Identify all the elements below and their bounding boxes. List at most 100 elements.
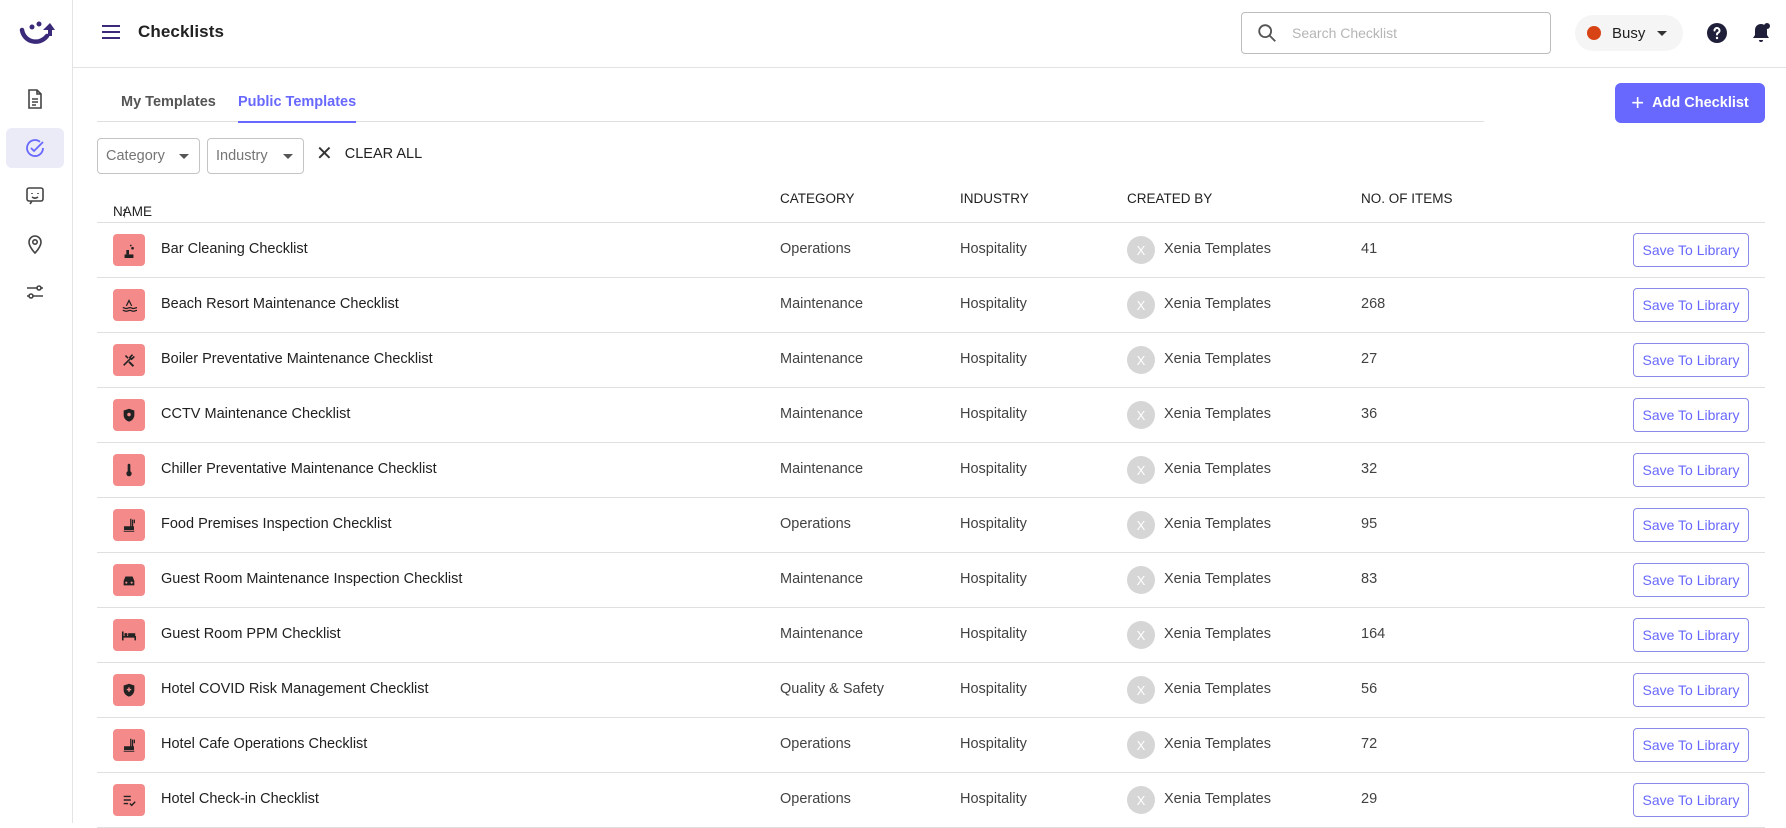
table-row[interactable]: Guest Room Maintenance Inspection Checkl…: [97, 553, 1765, 608]
save-to-library-button[interactable]: Save To Library: [1633, 398, 1749, 432]
checklist-category: Maintenance: [780, 626, 864, 642]
checklist-name[interactable]: Bar Cleaning Checklist: [161, 241, 308, 257]
avatar: X: [1127, 511, 1155, 539]
item-count: 41: [1361, 241, 1378, 257]
created-by: Xenia Templates: [1164, 461, 1271, 477]
chevron-down-icon: [1657, 30, 1668, 36]
checklist-name[interactable]: Chiller Preventative Maintenance Checkli…: [161, 461, 437, 477]
item-count: 83: [1361, 571, 1378, 587]
save-to-library-button[interactable]: Save To Library: [1633, 563, 1749, 597]
save-to-library-button[interactable]: Save To Library: [1633, 728, 1749, 762]
thermometer-icon: [126, 463, 132, 477]
status-dropdown[interactable]: Busy: [1575, 15, 1683, 51]
chevron-down-icon: [179, 154, 189, 159]
checklist-icon-badge: [113, 784, 145, 816]
shield-plus-icon: [123, 683, 135, 697]
avatar: X: [1127, 731, 1155, 759]
bed-icon-badge: [113, 619, 145, 651]
table-row[interactable]: CCTV Maintenance Checklist Maintenance Hos…: [97, 388, 1765, 443]
checklist-industry: Hospitality: [960, 296, 1027, 312]
shield-icon-badge: [113, 399, 145, 431]
sort-arrow-up-icon: ↑: [121, 204, 129, 221]
checklist-name[interactable]: Beach Resort Maintenance Checklist: [161, 296, 399, 312]
table-row[interactable]: Hotel Check-in Checklist Operations Hospit…: [97, 773, 1765, 828]
save-to-library-button[interactable]: Save To Library: [1633, 618, 1749, 652]
checklist-name[interactable]: Food Premises Inspection Checklist: [161, 516, 392, 532]
table-row[interactable]: Food Premises Inspection Checklist Operat…: [97, 498, 1765, 553]
checklist-industry: Hospitality: [960, 516, 1027, 532]
bell-icon[interactable]: [1749, 21, 1773, 45]
checklist-industry: Hospitality: [960, 736, 1027, 752]
item-count: 164: [1361, 626, 1386, 642]
created-by: Xenia Templates: [1164, 241, 1271, 257]
checklist-industry: Hospitality: [960, 791, 1027, 807]
hamburger-icon[interactable]: [99, 20, 123, 44]
clear-all-label: CLEAR ALL: [344, 146, 423, 162]
save-to-library-button[interactable]: Save To Library: [1633, 453, 1749, 487]
sliders-icon: [27, 285, 43, 299]
checklist-name[interactable]: Hotel COVID Risk Management Checklist: [161, 681, 429, 697]
search-input[interactable]: [1292, 25, 1532, 41]
rail-item-locations[interactable]: [6, 224, 64, 264]
rail-item-checklists[interactable]: [6, 128, 64, 168]
checklist-name[interactable]: CCTV Maintenance Checklist: [161, 406, 350, 422]
checklist-category: Operations: [780, 241, 851, 257]
save-to-library-button[interactable]: Save To Library: [1633, 288, 1749, 322]
add-checklist-label: Add Checklist: [1652, 95, 1749, 111]
item-count: 27: [1361, 351, 1378, 367]
table-row[interactable]: Boiler Preventative Maintenance Checklis…: [97, 333, 1765, 388]
category-filter[interactable]: Category: [97, 138, 200, 174]
food-icon-badge: [113, 509, 145, 541]
save-to-library-button[interactable]: Save To Library: [1633, 783, 1749, 817]
logo-icon[interactable]: [19, 18, 57, 48]
car-icon: [123, 576, 135, 586]
save-to-library-button[interactable]: Save To Library: [1633, 673, 1749, 707]
table-row[interactable]: Hotel Cafe Operations Checklist Operation…: [97, 718, 1765, 773]
checklist-category: Operations: [780, 516, 851, 532]
clear-all-button[interactable]: ✕ CLEAR ALL: [316, 144, 422, 164]
left-rail: [0, 0, 73, 823]
status-label: Busy: [1612, 24, 1646, 42]
search-box[interactable]: [1241, 12, 1551, 54]
checklist-name[interactable]: Boiler Preventative Maintenance Checklis…: [161, 351, 433, 367]
check-circle-icon: [26, 139, 44, 157]
created-by: Xenia Templates: [1164, 516, 1271, 532]
template-tabs: My Templates Public Templates: [97, 80, 1484, 123]
food-icon: [123, 738, 135, 752]
table-body: Bar Cleaning Checklist Operations Hospital…: [97, 223, 1765, 828]
tab-public-templates[interactable]: Public Templates: [238, 94, 357, 123]
location-pin-icon: [28, 235, 42, 255]
rail-item-documents[interactable]: [6, 79, 64, 119]
avatar: X: [1127, 236, 1155, 264]
checklist-name[interactable]: Hotel Cafe Operations Checklist: [161, 736, 367, 752]
category-filter-label: Category: [106, 148, 165, 164]
item-count: 29: [1361, 791, 1378, 807]
tab-my-templates[interactable]: My Templates: [121, 94, 216, 121]
rail-item-settings[interactable]: [6, 272, 64, 312]
save-to-library-button[interactable]: Save To Library: [1633, 508, 1749, 542]
cleaning-icon-badge: [113, 234, 145, 266]
item-count: 72: [1361, 736, 1378, 752]
help-circle-icon[interactable]: [1705, 21, 1729, 45]
checklist-name[interactable]: Hotel Check-in Checklist: [161, 791, 319, 807]
table-row[interactable]: Hotel COVID Risk Management Checklist Qua…: [97, 663, 1765, 718]
rail-item-messages[interactable]: [6, 176, 64, 216]
status-dot: [1587, 26, 1601, 40]
checklist-name[interactable]: Guest Room PPM Checklist: [161, 626, 341, 642]
avatar: X: [1127, 566, 1155, 594]
avatar: X: [1127, 401, 1155, 429]
created-by: Xenia Templates: [1164, 406, 1271, 422]
table-row[interactable]: Chiller Preventative Maintenance Checkli…: [97, 443, 1765, 498]
table-row[interactable]: Beach Resort Maintenance Checklist Mainte…: [97, 278, 1765, 333]
table-row[interactable]: Guest Room PPM Checklist Maintenance Hospi…: [97, 608, 1765, 663]
created-by: Xenia Templates: [1164, 791, 1271, 807]
industry-filter[interactable]: Industry: [207, 138, 304, 174]
avatar: X: [1127, 786, 1155, 814]
table-row[interactable]: Bar Cleaning Checklist Operations Hospital…: [97, 223, 1765, 278]
checklist-name[interactable]: Guest Room Maintenance Inspection Checkl…: [161, 571, 462, 587]
pool-icon: [122, 299, 137, 312]
save-to-library-button[interactable]: Save To Library: [1633, 233, 1749, 267]
save-to-library-button[interactable]: Save To Library: [1633, 343, 1749, 377]
add-checklist-button[interactable]: + Add Checklist: [1615, 83, 1765, 123]
checklist-category: Maintenance: [780, 461, 864, 477]
